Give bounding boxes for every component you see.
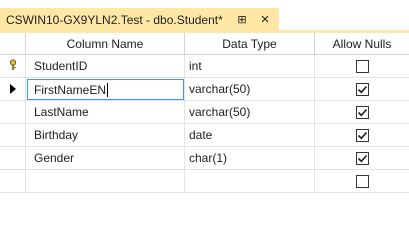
data-type-header[interactable]: Data Type (185, 33, 315, 55)
column-name-cell[interactable]: LastName (26, 101, 185, 124)
table-designer-grid: Column Name Data Type Allow Nulls Studen… (0, 33, 409, 203)
row-selector[interactable] (0, 55, 26, 78)
data-type-cell[interactable]: int (185, 55, 315, 78)
data-type-cell[interactable]: char(1) (185, 147, 315, 170)
column-name-cell[interactable]: Birthday (26, 124, 185, 147)
allow-nulls-cell (315, 78, 409, 101)
data-type-cell[interactable]: varchar(50) (185, 101, 315, 124)
checkmark-icon (357, 131, 367, 139)
allow-nulls-checkbox[interactable] (355, 128, 369, 142)
table-row[interactable]: StudentID int (0, 55, 409, 78)
allow-nulls-cell (315, 170, 409, 193)
pin-icon[interactable]: ⊞ (234, 12, 250, 28)
key-icon (7, 58, 19, 74)
close-icon[interactable]: × (257, 12, 273, 28)
column-name-header[interactable]: Column Name (26, 33, 185, 55)
row-selector[interactable] (0, 124, 26, 147)
current-row-arrow-icon (9, 84, 16, 94)
row-selector[interactable] (0, 78, 26, 101)
allow-nulls-checkbox[interactable] (355, 174, 369, 188)
data-type-cell[interactable]: date (185, 124, 315, 147)
row-selector-header (0, 33, 26, 55)
table-row[interactable]: LastName varchar(50) (0, 101, 409, 124)
document-tab[interactable]: CSWIN10-GX9YLN2.Test - dbo.Student* ⊞ × (0, 8, 279, 32)
allow-nulls-header[interactable]: Allow Nulls (315, 33, 409, 55)
allow-nulls-cell (315, 124, 409, 147)
table-row[interactable]: Gender char(1) (0, 147, 409, 170)
allow-nulls-cell (315, 101, 409, 124)
table-row[interactable]: Birthday date (0, 124, 409, 147)
allow-nulls-checkbox[interactable] (355, 105, 369, 119)
column-name-edit-field[interactable]: FirstNameEN (27, 79, 184, 100)
column-name-cell[interactable] (26, 170, 185, 193)
checkmark-icon (357, 85, 367, 93)
tab-title: CSWIN10-GX9YLN2.Test - dbo.Student* (6, 13, 223, 27)
allow-nulls-cell (315, 55, 409, 78)
row-selector[interactable] (0, 147, 26, 170)
checkmark-icon (357, 154, 367, 162)
column-name-cell[interactable]: StudentID (26, 55, 185, 78)
data-type-cell[interactable] (185, 170, 315, 193)
column-name-cell[interactable]: Gender (26, 147, 185, 170)
row-selector[interactable] (0, 101, 26, 124)
allow-nulls-checkbox[interactable] (355, 151, 369, 165)
allow-nulls-checkbox[interactable] (355, 82, 369, 96)
allow-nulls-cell (315, 147, 409, 170)
edit-field-text: FirstNameEN (34, 82, 107, 97)
data-type-cell[interactable]: varchar(50) (185, 78, 315, 101)
checkmark-icon (357, 108, 367, 116)
table-row-new[interactable] (0, 170, 409, 193)
table-row[interactable]: FirstNameEN varchar(50) (0, 78, 409, 101)
text-caret (107, 82, 109, 97)
row-selector[interactable] (0, 170, 26, 193)
allow-nulls-checkbox[interactable] (355, 59, 369, 73)
document-tab-strip: CSWIN10-GX9YLN2.Test - dbo.Student* ⊞ × (0, 0, 409, 33)
